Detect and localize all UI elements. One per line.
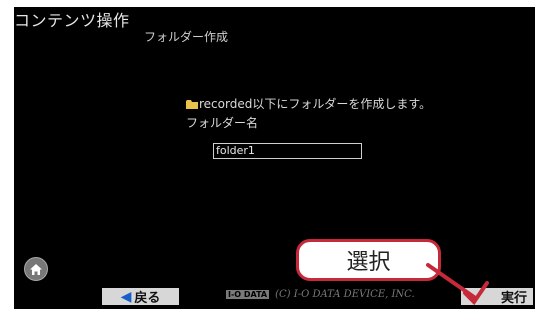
folder-name-label: フォルダー名 — [186, 116, 259, 130]
left-arrow-icon: ◀ — [120, 288, 132, 305]
dialog-subtitle: フォルダー作成 — [144, 30, 229, 44]
app-title: コンテンツ操作 — [14, 11, 130, 30]
copyright-notice: I-O DATA (C) I-O DATA DEVICE, INC. — [226, 289, 415, 300]
home-icon — [30, 263, 42, 275]
dialog-message: recorded以下にフォルダーを作成します。 — [199, 97, 432, 111]
execute-button[interactable]: 実行 — [461, 288, 533, 306]
copyright-text: (C) I-O DATA DEVICE, INC. — [275, 289, 415, 300]
brand-logo: I-O DATA — [226, 290, 270, 299]
home-button[interactable] — [24, 257, 48, 281]
execute-button-label: 実行 — [500, 291, 527, 306]
back-button-label: 戻る — [134, 291, 161, 306]
folder-icon — [186, 98, 198, 112]
select-callout: 選択 — [296, 239, 441, 281]
folder-name-input[interactable] — [213, 143, 362, 159]
tv-screen: コンテンツ操作 フォルダー作成 recorded以下にフォルダーを作成します。 … — [14, 7, 535, 309]
callout-label: 選択 — [346, 250, 391, 275]
back-button[interactable]: ◀ 戻る — [102, 288, 179, 306]
dialog-message-row: recorded以下にフォルダーを作成します。 — [186, 95, 431, 112]
